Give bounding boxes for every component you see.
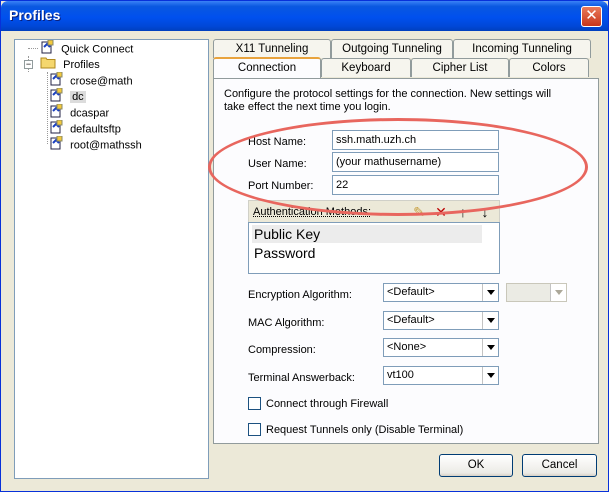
auth-method-public-key[interactable]: Public Key <box>252 225 482 243</box>
tree-item-label: Profiles <box>63 58 100 71</box>
tree-item-label: defaultsftp <box>70 123 121 136</box>
encryption-algorithm-select[interactable]: <Default> <box>383 283 499 302</box>
tab-connection[interactable]: Connection <box>213 57 321 78</box>
connection-panel: Configure the protocol settings for the … <box>213 78 599 444</box>
ok-button[interactable]: OK <box>439 454 513 477</box>
encryption-algorithm-label: Encryption Algorithm: <box>248 289 352 301</box>
chevron-down-icon[interactable] <box>482 312 498 329</box>
tree-item-profile[interactable]: dcaspar <box>49 103 110 120</box>
title-bar[interactable]: Profiles ✕ <box>1 1 608 31</box>
chevron-down-icon[interactable] <box>482 367 498 384</box>
port-number-label: Port Number: <box>248 180 314 192</box>
profile-icon <box>49 135 63 155</box>
tree-item-profile-selected[interactable]: dc <box>49 87 86 104</box>
tree-item-label: crose@math <box>70 75 133 88</box>
tree-item-profile[interactable]: defaultsftp <box>49 119 121 136</box>
close-button[interactable]: ✕ <box>581 6 602 27</box>
encryption-secondary-select <box>506 283 567 302</box>
delete-auth-icon[interactable]: ✕ <box>433 204 449 220</box>
compression-label: Compression: <box>248 344 316 356</box>
port-number-input[interactable]: 22 <box>332 175 499 195</box>
chevron-down-icon <box>550 284 566 301</box>
answerback-value: vt100 <box>387 369 414 381</box>
chevron-down-icon[interactable] <box>482 339 498 356</box>
connect-firewall-checkbox[interactable] <box>248 397 261 410</box>
tree-item-label: Quick Connect <box>61 43 134 56</box>
tab-x11-tunneling[interactable]: X11 Tunneling <box>213 39 331 58</box>
chevron-down-icon[interactable] <box>482 284 498 301</box>
user-name-input[interactable]: (your mathusername) <box>332 152 499 172</box>
connection-description: Configure the protocol settings for the … <box>224 88 552 113</box>
tree-item-label: root@mathssh <box>70 139 142 152</box>
mac-value: <Default> <box>387 314 435 326</box>
tab-keyboard[interactable]: Keyboard <box>321 58 411 77</box>
mac-algorithm-select[interactable]: <Default> <box>383 311 499 330</box>
tree-item-profile[interactable]: crose@math <box>49 71 133 88</box>
request-tunnels-label: Request Tunnels only (Disable Terminal) <box>266 424 464 436</box>
tree-item-profile[interactable]: root@mathssh <box>49 135 142 155</box>
window-title: Profiles <box>9 7 61 23</box>
authentication-methods-group: Authentication Methods: ✎ ✕ ↑ ↓ Public K… <box>248 200 500 274</box>
host-name-label: Host Name: <box>248 136 307 148</box>
tab-colors[interactable]: Colors <box>509 58 589 77</box>
compression-value: <None> <box>387 341 427 353</box>
connect-firewall-label: Connect through Firewall <box>266 398 389 410</box>
auth-methods-list[interactable]: Public Key Password <box>248 222 500 274</box>
user-name-label: User Name: <box>248 158 307 170</box>
terminal-answerback-select[interactable]: vt100 <box>383 366 499 385</box>
profiles-tree[interactable]: Quick Connect − Profiles crose@math dc d… <box>14 39 209 479</box>
move-up-icon[interactable]: ↑ <box>455 204 471 220</box>
move-down-icon[interactable]: ↓ <box>477 204 493 220</box>
tree-item-label: dcaspar <box>70 107 110 120</box>
compression-select[interactable]: <None> <box>383 338 499 357</box>
encryption-value: <Default> <box>387 286 435 298</box>
auth-methods-label: Authentication Methods: <box>253 206 372 218</box>
tab-incoming-tunneling[interactable]: Incoming Tunneling <box>453 39 591 58</box>
profiles-dialog: Profiles ✕ Quick Connect − Profiles cros… <box>0 0 609 492</box>
request-tunnels-checkbox[interactable] <box>248 423 261 436</box>
new-auth-icon[interactable]: ✎ <box>411 204 427 220</box>
tree-item-label: dc <box>70 91 86 104</box>
cancel-button[interactable]: Cancel <box>522 454 597 477</box>
host-name-input[interactable]: ssh.math.uzh.ch <box>332 130 499 150</box>
tab-cipher-list[interactable]: Cipher List <box>411 58 509 77</box>
mac-algorithm-label: MAC Algorithm: <box>248 317 325 329</box>
tab-outgoing-tunneling[interactable]: Outgoing Tunneling <box>331 39 453 58</box>
terminal-answerback-label: Terminal Answerback: <box>248 372 355 384</box>
tree-item-profiles[interactable]: Profiles <box>23 56 100 72</box>
auth-method-password[interactable]: Password <box>252 244 482 262</box>
tree-item-quick-connect[interactable]: Quick Connect <box>23 39 134 56</box>
